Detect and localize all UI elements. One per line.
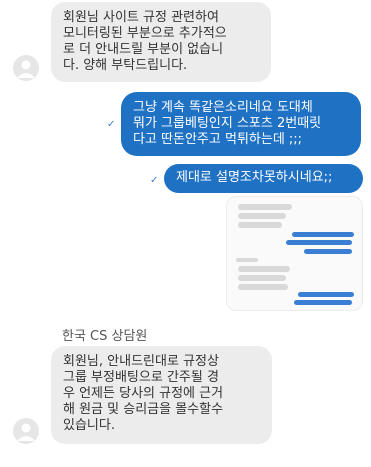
incoming-message: 회원님, 안내드린대로 규정상 그룹 부정배팅으로 간주될 경 우 언제든 당사… [51,346,272,444]
user-avatar-icon [17,423,35,441]
agent-avatar [13,418,39,444]
read-checkmark-icon: ✓ [150,175,159,186]
sender-name: 한국 CS 상담원 [62,329,148,344]
user-avatar-icon [17,60,35,78]
outgoing-message: 제대로 설명조차못하시네요;; [164,164,363,193]
incoming-message: 회원님 사이트 규정 관련하여 모니터링된 부분으로 추가적으 로 더 안내드릴… [51,2,271,82]
outgoing-message: 그냥 계속 똑같은소리네요 도대체 뭐가 그룹베팅인지 스포츠 2번때릿 다고 … [121,92,361,156]
attached-screenshot-image[interactable] [226,196,363,311]
agent-avatar [13,55,39,81]
read-checkmark-icon: ✓ [107,119,116,130]
